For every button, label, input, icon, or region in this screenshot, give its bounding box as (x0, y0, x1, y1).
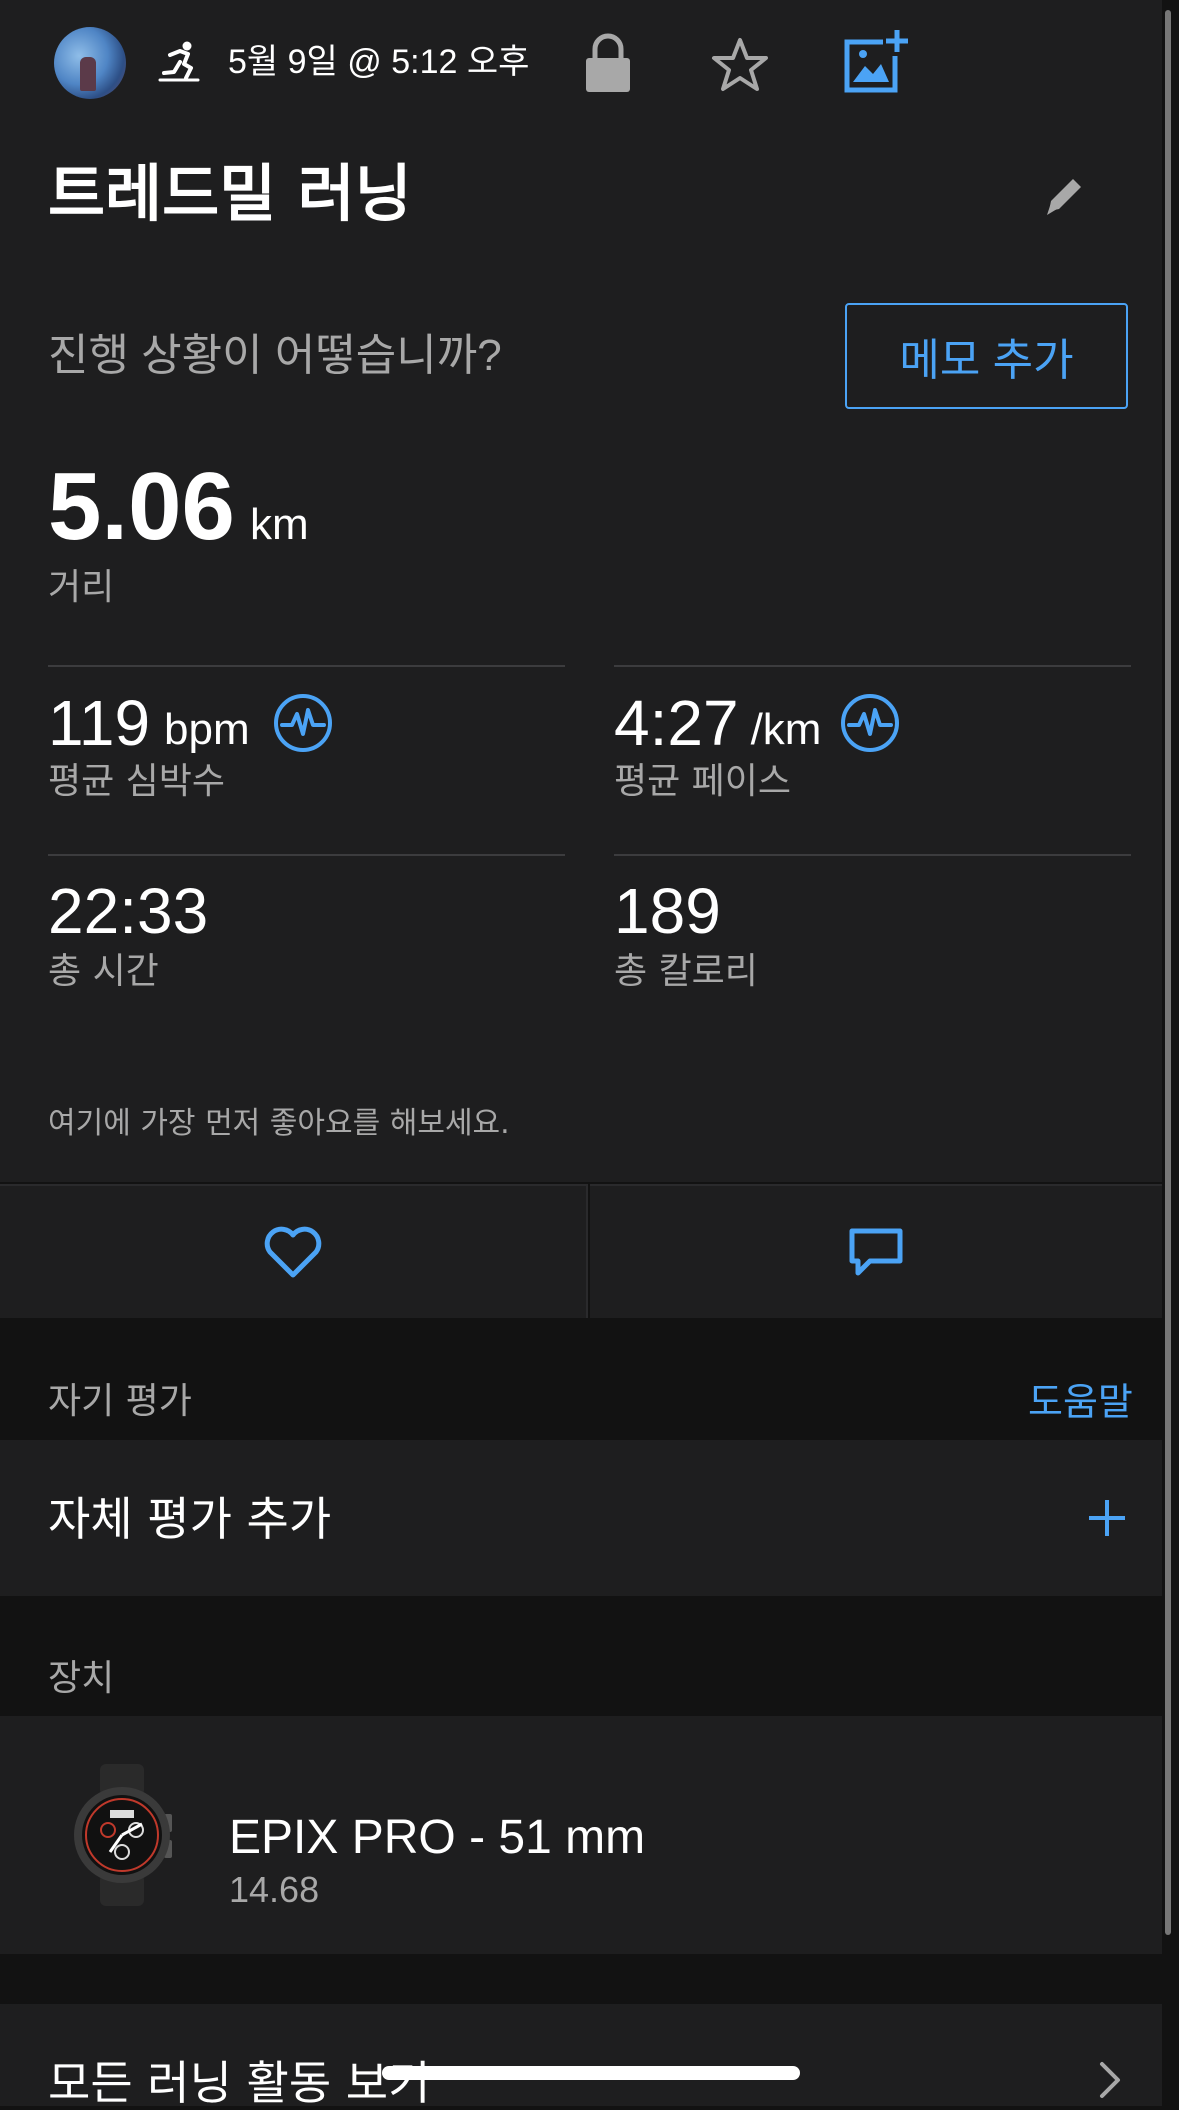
edit-pencil-icon[interactable] (1043, 173, 1087, 217)
heart-rate-label: 평균 심박수 (48, 761, 226, 802)
distance-value: 5.06 (48, 453, 235, 560)
chevron-right-icon (1100, 2062, 1120, 2098)
pace-unit: /km (750, 705, 822, 754)
device-row[interactable]: EPIX PRO - 51 mm 14.68 (0, 1716, 1162, 1954)
pace-label: 평균 페이스 (614, 761, 792, 802)
distance-label: 거리 (48, 567, 115, 608)
like-button[interactable] (0, 1184, 588, 1318)
add-memo-button[interactable]: 메모 추가 (845, 303, 1128, 409)
calories-label: 총 칼로리 (614, 951, 758, 992)
like-prompt: 여기에 가장 먼저 좋아요를 해보세요. (48, 1106, 510, 1141)
heart-rate-value: 119 (48, 687, 151, 759)
stats-divider (48, 665, 565, 667)
activity-datetime: 5월 9일 @ 5:12 오후 (228, 43, 530, 81)
progress-prompt: 진행 상황이 어떻습니까? (48, 331, 502, 380)
treadmill-run-icon (158, 41, 200, 82)
stats-divider (48, 854, 565, 856)
stats-divider (614, 854, 1131, 856)
heart-rate-stat[interactable]: 119 bpm (48, 688, 334, 758)
home-indicator[interactable] (382, 2066, 800, 2080)
device-firmware-version: 14.68 (229, 1869, 320, 1910)
all-runs-row[interactable]: 모든 러닝 활동 보기 (0, 2004, 1162, 2110)
distance-unit: km (249, 500, 309, 549)
self-eval-section-label: 자기 평가 (48, 1381, 192, 1422)
activity-title: 트레드밀 러닝 (48, 157, 412, 230)
add-self-eval-row[interactable]: 자체 평가 추가 (0, 1440, 1162, 1596)
comment-icon (849, 1228, 903, 1276)
pace-chart-icon[interactable] (839, 692, 901, 754)
scrollbar[interactable] (1165, 10, 1171, 1935)
avatar[interactable] (54, 27, 126, 99)
add-self-eval-label: 자체 평가 추가 (48, 1492, 332, 1546)
total-time-label: 총 시간 (48, 951, 159, 992)
plus-icon[interactable] (1087, 1498, 1127, 1538)
star-icon[interactable] (710, 36, 770, 94)
stats-divider (614, 665, 1131, 667)
device-section-label: 장치 (48, 1658, 115, 1699)
device-name: EPIX PRO - 51 mm (229, 1811, 646, 1864)
total-time-value: 22:33 (48, 875, 209, 947)
pace-stat[interactable]: 4:27 /km (614, 688, 901, 758)
watch-icon (74, 1764, 172, 1906)
pace-value: 4:27 (614, 687, 739, 759)
calories-value: 189 (614, 875, 721, 947)
add-photo-icon[interactable] (843, 30, 909, 94)
heart-rate-chart-icon[interactable] (272, 692, 334, 754)
heart-rate-unit: bpm (164, 705, 250, 754)
comment-button[interactable] (590, 1184, 1162, 1318)
heart-icon (264, 1226, 322, 1278)
lock-icon[interactable] (582, 32, 634, 94)
distance-stat: 5.06 km (48, 452, 309, 562)
help-link[interactable]: 도움말 (1028, 1380, 1133, 1424)
all-runs-label: 모든 러닝 활동 보기 (48, 2056, 431, 2110)
